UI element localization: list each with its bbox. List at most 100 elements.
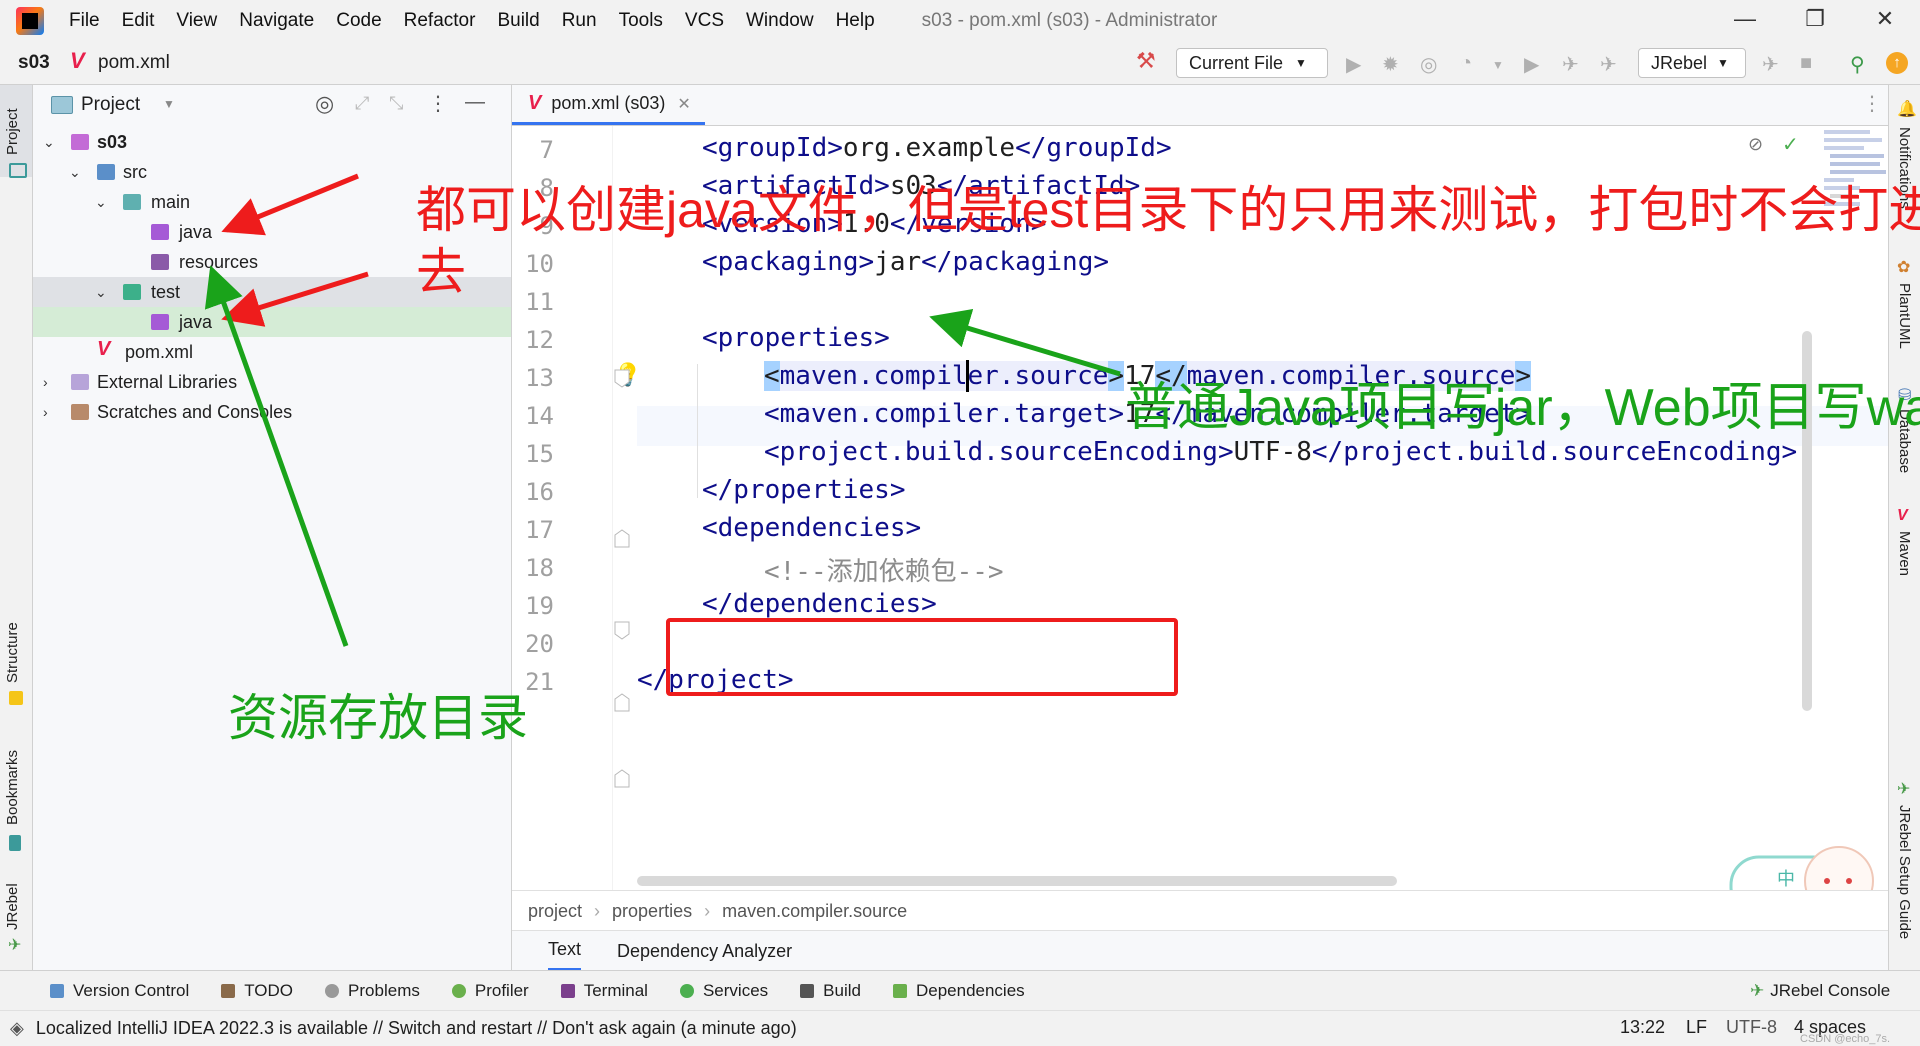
- menu-refactor[interactable]: Refactor: [404, 10, 476, 32]
- chevron-down-icon[interactable]: ⌄: [69, 164, 81, 181]
- more-run-chevron-icon[interactable]: ▼: [1492, 58, 1504, 72]
- tool-problems[interactable]: Problems: [325, 981, 420, 1001]
- chevron-right-icon[interactable]: ›: [43, 404, 48, 420]
- expand-all-icon[interactable]: ⤢: [355, 93, 369, 114]
- tree-label: Scratches and Consoles: [97, 401, 293, 422]
- locate-file-icon[interactable]: ◎: [315, 91, 334, 117]
- jrebel-rocket-icon[interactable]: ✈: [1600, 52, 1617, 77]
- run-config-select[interactable]: Current File ▼: [1176, 48, 1328, 78]
- tab-dependency-analyzer[interactable]: Dependency Analyzer: [617, 941, 792, 962]
- stripe-plantuml-tab[interactable]: PlantUML: [1896, 283, 1913, 349]
- menu-run[interactable]: Run: [562, 10, 597, 32]
- breadcrumb-project[interactable]: s03: [18, 52, 50, 74]
- line-number: 13: [525, 364, 554, 392]
- menu-code[interactable]: Code: [336, 10, 381, 32]
- profile-icon[interactable]: ◔: [1460, 52, 1472, 75]
- line-separator[interactable]: LF: [1686, 1017, 1707, 1038]
- run-config-label: Current File: [1189, 52, 1284, 73]
- tool-terminal[interactable]: Terminal: [560, 981, 648, 1001]
- no-problems-check-icon: ✓: [1782, 134, 1799, 156]
- stripe-jrebel-guide-tab[interactable]: JRebel Setup Guide: [1896, 805, 1913, 939]
- tree-label: resources: [179, 251, 259, 272]
- status-message[interactable]: Localized IntelliJ IDEA 2022.3 is availa…: [36, 1018, 797, 1039]
- breadcrumb-properties-tag[interactable]: properties: [612, 901, 692, 922]
- tool-profiler[interactable]: Profiler: [451, 981, 529, 1001]
- jrebel-debug-icon[interactable]: ✈: [1562, 52, 1579, 77]
- horizontal-scrollbar[interactable]: [637, 876, 1397, 886]
- menu-view[interactable]: View: [176, 10, 217, 32]
- options-menu-icon[interactable]: ⋮: [428, 91, 448, 116]
- stripe-maven-tab[interactable]: Maven: [1896, 531, 1913, 576]
- collapse-all-icon[interactable]: ⤡: [389, 93, 403, 114]
- project-stripe-icon: [9, 163, 27, 178]
- stripe-jrebel-tab[interactable]: JRebel: [4, 883, 21, 930]
- close-tab-icon[interactable]: ✕: [677, 94, 690, 114]
- tool-build[interactable]: Build: [800, 981, 861, 1001]
- editor-tab-pom[interactable]: V pom.xml (s03) ✕: [512, 85, 705, 125]
- watermark: CSDN @echo_7s.: [1800, 1033, 1891, 1045]
- tree-item-test-java[interactable]: java: [33, 307, 511, 337]
- jrebel-run-icon[interactable]: ▶: [1524, 52, 1539, 77]
- tree-label: pom.xml: [125, 341, 194, 362]
- jrebel-update-icon[interactable]: ✈: [1762, 52, 1779, 77]
- tool-jrebel-console[interactable]: ✈ JRebel Console: [1750, 981, 1890, 1001]
- build-hammer-icon[interactable]: ⚒: [1136, 48, 1156, 74]
- maven-file-icon: V: [70, 48, 85, 73]
- tool-services[interactable]: Services: [679, 981, 768, 1001]
- tool-window-bar: Version Control TODO Problems Profiler T…: [0, 970, 1920, 1011]
- plantuml-icon: ✿: [1897, 259, 1911, 276]
- tool-todo[interactable]: TODO: [221, 981, 293, 1001]
- fold-close-icon: [614, 769, 630, 788]
- menu-edit[interactable]: Edit: [122, 10, 155, 32]
- stripe-structure-tab[interactable]: Structure: [4, 622, 21, 683]
- stripe-project-tab[interactable]: Project: [4, 108, 21, 155]
- breadcrumb-source-tag[interactable]: maven.compiler.source: [722, 901, 907, 922]
- breadcrumb-separator-icon: ›: [594, 900, 601, 921]
- stripe-bookmarks-tab[interactable]: Bookmarks: [4, 750, 21, 825]
- tool-version-control[interactable]: Version Control: [50, 981, 189, 1001]
- tree-item-pom[interactable]: V pom.xml: [33, 337, 511, 367]
- file-encoding[interactable]: UTF-8: [1726, 1017, 1777, 1038]
- menu-build[interactable]: Build: [497, 10, 539, 32]
- tool-dependencies[interactable]: Dependencies: [892, 981, 1025, 1001]
- vcs-icon: [50, 984, 64, 998]
- tab-options-icon[interactable]: ⋮: [1862, 91, 1882, 116]
- update-icon[interactable]: ↑: [1886, 52, 1908, 74]
- menu-help[interactable]: Help: [836, 10, 875, 32]
- coverage-icon[interactable]: ◎: [1420, 52, 1437, 77]
- test-folder-icon: [123, 284, 141, 300]
- project-panel-title[interactable]: Project: [81, 94, 140, 116]
- chevron-down-icon[interactable]: ▼: [163, 97, 175, 111]
- menu-window[interactable]: Window: [746, 10, 814, 32]
- tree-item-external-libraries[interactable]: › External Libraries: [33, 367, 511, 397]
- stop-icon[interactable]: ■: [1800, 52, 1812, 75]
- chevron-down-icon[interactable]: ⌄: [43, 134, 55, 151]
- jrebel-select-label: JRebel: [1651, 52, 1708, 73]
- chevron-right-icon[interactable]: ›: [43, 374, 48, 390]
- menu-navigate[interactable]: Navigate: [239, 10, 314, 32]
- menu-tools[interactable]: Tools: [619, 10, 663, 32]
- hide-panel-icon[interactable]: —: [465, 91, 485, 114]
- jrebel-select[interactable]: JRebel ▼: [1638, 48, 1746, 78]
- menu-vcs[interactable]: VCS: [685, 10, 724, 32]
- run-icon[interactable]: ▶: [1346, 52, 1361, 77]
- problems-icon: [325, 984, 340, 998]
- tree-item-scratches[interactable]: › Scratches and Consoles: [33, 397, 511, 427]
- jrebel-stripe-icon: ✈: [8, 937, 22, 954]
- reader-mode-icon[interactable]: ⊘: [1748, 134, 1763, 155]
- breadcrumb-project-tag[interactable]: project: [528, 901, 582, 922]
- debug-icon[interactable]: ✹: [1382, 52, 1399, 77]
- breadcrumb-file[interactable]: pom.xml: [98, 52, 170, 74]
- tree-item-s03[interactable]: ⌄ s03: [33, 127, 511, 157]
- close-icon[interactable]: ✕: [1855, 6, 1915, 32]
- restore-icon[interactable]: ❐: [1785, 6, 1845, 32]
- chevron-down-icon[interactable]: ⌄: [95, 284, 107, 301]
- minimize-icon[interactable]: —: [1715, 6, 1775, 32]
- menu-file[interactable]: File: [69, 10, 100, 32]
- tab-text[interactable]: Text: [548, 931, 582, 971]
- chevron-down-icon[interactable]: ⌄: [95, 194, 107, 211]
- event-log-icon[interactable]: ◈: [10, 1018, 24, 1039]
- code-line-7: <groupId>org.example</groupId>: [702, 133, 1172, 163]
- caret-position[interactable]: 13:22: [1620, 1017, 1665, 1038]
- search-icon[interactable]: ⚲: [1850, 52, 1865, 77]
